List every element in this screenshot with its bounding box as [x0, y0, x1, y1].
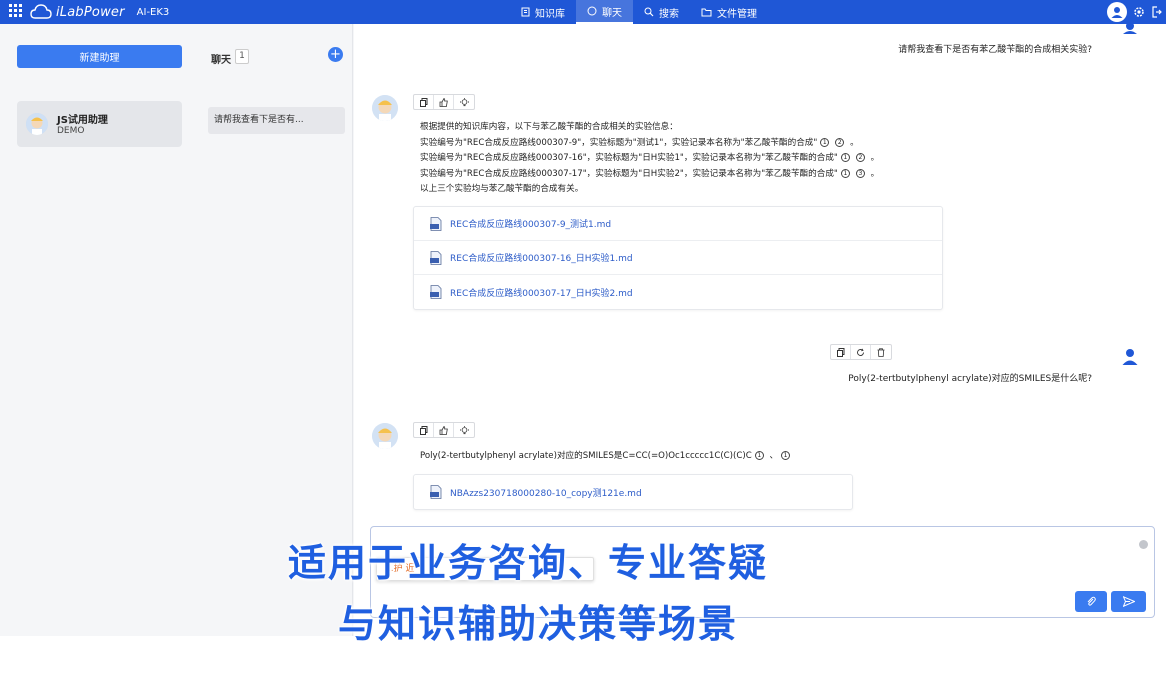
markdown-file-icon [430, 216, 442, 231]
suggestion-button[interactable] [454, 423, 474, 437]
assistant-name: JS试用助理 [57, 115, 108, 126]
delete-button[interactable] [871, 345, 891, 359]
nav-knowledge-base[interactable]: 知识库 [510, 0, 576, 24]
like-button[interactable] [434, 95, 454, 109]
cloud-logo-icon [30, 4, 52, 19]
lightbulb-icon [459, 425, 469, 434]
user-avatar-icon [1123, 24, 1137, 34]
message-toolbar [413, 94, 475, 110]
reference-file-link[interactable]: REC合成反应路线000307-9_测试1.md [414, 207, 942, 241]
suggestion-button[interactable] [454, 95, 474, 109]
copy-button[interactable] [831, 345, 851, 359]
assistant-card[interactable]: JS试用助理 DEMO [17, 101, 182, 147]
nav-search[interactable]: 搜索 [633, 0, 690, 24]
thumbs-up-icon [439, 97, 448, 107]
markdown-file-icon [430, 485, 442, 499]
bot-answer: Poly(2-tertbutylphenyl acrylate)对应的SMILE… [420, 449, 793, 465]
robot-avatar-icon [26, 113, 48, 135]
nav-label: 知识库 [535, 8, 565, 20]
robot-avatar-icon [372, 423, 398, 449]
user-message: Poly(2-tertbutylphenyl acrylate)对应的SMILE… [848, 374, 1092, 384]
apps-grid-icon[interactable] [9, 4, 23, 18]
thumbs-up-icon [439, 425, 448, 435]
copy-button[interactable] [414, 423, 434, 437]
main-nav: 知识库 聊天 搜索 文件管理 [510, 0, 768, 24]
citation-icon[interactable]: 1 [820, 137, 830, 147]
trash-icon [877, 347, 885, 357]
citation-icon[interactable]: 2 [835, 137, 845, 147]
user-icon [1111, 7, 1123, 18]
bot-answer: 根据提供的知识库内容，以下与苯乙酸苄酯的合成相关的实验信息： 实验编号为"REC… [420, 120, 879, 198]
paperclip-icon [1087, 596, 1096, 606]
user-message: 请帮我查看下是否有苯乙酸苄酯的合成相关实验? [898, 45, 1092, 55]
assistant-panel: 新建助理 JS试用助理 DEMO [0, 24, 195, 636]
user-message-toolbar [830, 344, 892, 360]
answer-line: 实验编号为"REC合成反应路线000307-9"，实验标题为"测试1"，实验记录… [420, 137, 859, 148]
app-version: AI-EK3 [136, 6, 170, 18]
like-button[interactable] [434, 423, 454, 437]
reference-list: NBAzzs230718000280-10_copy测121e.md [413, 474, 853, 510]
top-right-tools [1107, 1, 1162, 23]
add-session-button[interactable]: + [328, 47, 343, 62]
answer-line: 根据提供的知识库内容，以下与苯乙酸苄酯的合成相关的实验信息： [420, 122, 678, 132]
folder-icon [701, 8, 712, 16]
search-icon [644, 7, 654, 17]
caption-line-1: 适用于业务咨询、专业答疑 [288, 541, 769, 585]
bot-avatar [372, 423, 398, 449]
gear-icon[interactable] [1133, 6, 1145, 18]
answer-line: 实验编号为"REC合成反应路线000307-16"，实验标题为"日H实验1"，实… [420, 153, 880, 164]
user-avatar-icon [1122, 349, 1138, 365]
session-list-title: 聊天 [211, 55, 231, 66]
clear-input-icon[interactable] [1139, 540, 1148, 549]
message-toolbar [413, 422, 475, 438]
citation-icon[interactable]: 3 [855, 168, 865, 178]
nav-file-management[interactable]: 文件管理 [690, 0, 768, 24]
attach-file-button[interactable] [1075, 591, 1107, 612]
reference-file-link[interactable]: NBAzzs230718000280-10_copy测121e.md [414, 475, 852, 509]
send-icon [1122, 596, 1135, 607]
send-button[interactable] [1111, 591, 1146, 612]
copy-icon [419, 425, 427, 435]
assistant-avatar [26, 113, 48, 135]
lightbulb-icon [459, 97, 469, 106]
book-icon [521, 7, 530, 17]
regenerate-button[interactable] [851, 345, 871, 359]
robot-avatar-icon [372, 95, 398, 121]
markdown-file-icon [430, 285, 442, 299]
nav-label: 搜索 [659, 8, 679, 20]
session-item[interactable]: 请帮我查看下是否有... [208, 107, 345, 134]
refresh-icon [857, 348, 864, 356]
citation-icon[interactable]: 1 [840, 168, 850, 178]
logout-icon[interactable] [1151, 6, 1162, 18]
user-avatar[interactable] [1107, 2, 1127, 22]
session-count-badge: 1 [235, 49, 249, 64]
chat-icon [587, 6, 597, 16]
copy-button[interactable] [414, 95, 434, 109]
bot-avatar [372, 95, 398, 121]
nav-label: 文件管理 [717, 8, 757, 20]
markdown-file-icon [430, 250, 442, 265]
answer-line: 实验编号为"REC合成反应路线000307-17"，实验标题为"日H实验2"，实… [420, 168, 880, 179]
nav-chat[interactable]: 聊天 [576, 0, 633, 24]
citation-icon[interactable]: 1 [840, 153, 850, 163]
answer-line: 以上三个实验均与苯乙酸苄酯的合成有关。 [420, 184, 584, 195]
copy-icon [836, 347, 844, 357]
assistant-description: DEMO [57, 126, 85, 136]
app-name: iLabPower [56, 4, 125, 20]
nav-label: 聊天 [602, 7, 622, 19]
app-logo: iLabPower AI-EK3 [30, 2, 169, 22]
citation-icon[interactable]: 1 [754, 451, 764, 460]
reference-file-link[interactable]: REC合成反应路线000307-17_日H实验2.md [414, 275, 942, 309]
citation-icon[interactable]: 2 [855, 153, 865, 163]
copy-icon [419, 97, 427, 107]
new-assistant-button[interactable]: 新建助理 [17, 45, 182, 68]
caption-line-2: 与知识辅助决策等场景 [338, 602, 739, 646]
top-bar: iLabPower AI-EK3 知识库 聊天 搜索 文件管理 [0, 0, 1166, 24]
reference-file-link[interactable]: REC合成反应路线000307-16_日H实验1.md [414, 241, 942, 275]
citation-icon[interactable]: 1 [781, 451, 791, 460]
reference-list: REC合成反应路线000307-9_测试1.md REC合成反应路线000307… [413, 206, 943, 310]
